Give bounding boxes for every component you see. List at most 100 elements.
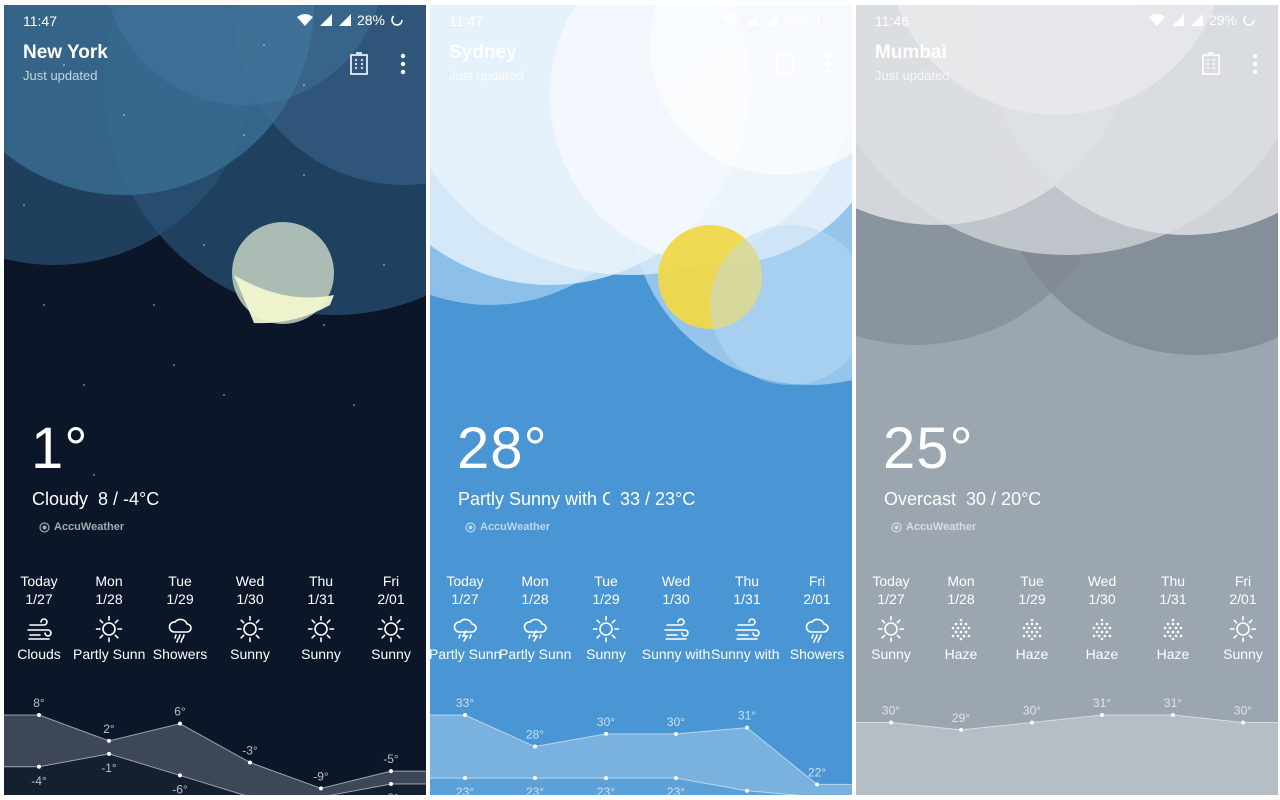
high-temp-point: [1241, 720, 1245, 725]
more-options-button[interactable]: [390, 49, 416, 79]
high-temp-label: -5°: [383, 752, 399, 766]
temperature-range: 8 / -4°C: [98, 489, 160, 509]
high-temp-label: -3°: [242, 743, 258, 757]
provider-name: AccuWeather: [906, 521, 977, 533]
weather-panel-new-york: 11:47 28% New York Just updated 1° Cloudy …: [4, 5, 426, 795]
high-temp-label: 30°: [1023, 703, 1041, 717]
provider-logo[interactable]: AccuWeather: [39, 521, 124, 533]
provider-logo[interactable]: AccuWeather: [891, 521, 976, 533]
forecast-day[interactable]: Mon 1/28 Partly Sunny: [499, 572, 571, 663]
high-temp-label: 31°: [1093, 696, 1111, 710]
weather-panel-mumbai: 11:46 29% Mumbai Just updated 25° Overcast…: [856, 5, 1278, 795]
forecast-date: 1/31: [1159, 591, 1187, 607]
forecast-day[interactable]: Mon 1/28 Haze: [925, 572, 997, 663]
forecast-day-name: Mon: [521, 573, 549, 589]
low-temp-label: 23°: [456, 785, 474, 795]
forecast-day[interactable]: Tue 1/29 Sunny: [570, 572, 642, 663]
high-temp-label: 31°: [1164, 696, 1182, 710]
forecast-day[interactable]: Thu 1/31 Sunny with C: [711, 572, 783, 663]
forecast-day-name: Thu: [308, 573, 334, 589]
low-temp-point: [604, 776, 608, 781]
high-temp-point: [463, 713, 467, 717]
high-temp-point: [37, 713, 41, 717]
current-temperature: 1°: [31, 416, 89, 481]
provider-logo[interactable]: AccuWeather: [465, 521, 550, 533]
forecast-day[interactable]: Wed 1/30 Haze: [1066, 572, 1138, 663]
battery-ring-icon: [391, 14, 403, 26]
sun-icon: [877, 615, 905, 643]
city-list-button[interactable]: [346, 49, 372, 79]
forecast-day-name: Today: [872, 573, 910, 589]
forecast-day[interactable]: Today 1/27 Clouds: [4, 572, 75, 663]
city-list-button[interactable]: [772, 49, 798, 79]
status-time: 11:47: [23, 13, 57, 29]
status-time: 11:46: [875, 13, 909, 29]
forecast-day[interactable]: Fri 2/01 Sunny: [355, 572, 426, 663]
low-temp-label: -6°: [172, 782, 188, 795]
forecast-date: 1/29: [1018, 591, 1046, 607]
high-temp-point: [674, 731, 678, 736]
forecast-condition: Sunny: [371, 646, 411, 662]
forecast-day[interactable]: Tue 1/29 Haze: [996, 572, 1068, 663]
forecast-day[interactable]: Tue 1/29 Showers: [144, 572, 216, 663]
battery-percent: 29%: [1208, 12, 1237, 28]
low-temp-label: -8°: [383, 791, 399, 795]
sky-background: [856, 5, 1278, 795]
forecast-day[interactable]: Wed 1/30 Sunny: [214, 572, 286, 663]
forecast-date: 1/28: [947, 591, 975, 607]
forecast-day[interactable]: Thu 1/31 Haze: [1137, 572, 1209, 663]
wifi-icon: [722, 14, 739, 26]
temperature-graph: 30° 29° 30° 31° 31° 30°: [856, 696, 1278, 795]
forecast-day[interactable]: Thu 1/31 Sunny: [285, 572, 357, 663]
signal-icon-2: [338, 14, 351, 26]
forecast-day-name: Wed: [1087, 573, 1117, 589]
forecast-day[interactable]: Fri 2/01 Sunny: [1207, 572, 1278, 663]
high-temp-point: [745, 725, 749, 730]
city-list-button[interactable]: [1198, 49, 1224, 79]
wind-icon: [664, 618, 689, 640]
sun-icon: [1229, 615, 1257, 643]
forecast-condition: Sunny: [871, 646, 911, 662]
high-temp-point: [1100, 713, 1104, 717]
condition-row: Overcast 30 / 20°C: [884, 489, 1041, 510]
city-name: New York: [23, 42, 108, 63]
more-options-button[interactable]: [816, 49, 842, 79]
forecast-date: 1/28: [521, 591, 549, 607]
high-temp-point: [889, 720, 893, 725]
forecast-day[interactable]: Wed 1/30 Sunny with: [640, 572, 712, 663]
high-temp-point: [178, 721, 182, 726]
update-status: Just updated: [449, 68, 524, 83]
high-temp-label: -9°: [313, 769, 329, 783]
more-vert-icon: [826, 53, 832, 75]
forecast-date: 2/01: [1229, 591, 1257, 607]
high-temp-label: 30°: [1234, 703, 1252, 717]
temperature-range: 30 / 20°C: [966, 489, 1042, 509]
city-name: Mumbai: [875, 42, 947, 63]
forecast-day[interactable]: Today 1/27 Partly Sunny: [430, 572, 501, 663]
wifi-icon: [296, 14, 313, 26]
forecast-day-name: Thu: [734, 573, 760, 589]
forecast-day-name: Fri: [1234, 573, 1252, 589]
high-temp-label: 30°: [882, 703, 900, 717]
condition-row: Cloudy 8 / -4°C: [32, 489, 159, 510]
forecast-day[interactable]: Today 1/27 Sunny: [856, 572, 927, 663]
wind-icon: [27, 618, 52, 640]
forecast-day[interactable]: Fri 2/01 Showers: [781, 572, 852, 663]
low-temp-point: [533, 776, 537, 781]
forecast-date: 1/29: [592, 591, 620, 607]
more-vert-icon: [1252, 53, 1258, 75]
forecast-date: 2/01: [377, 591, 405, 607]
forecast-condition: Haze: [1085, 646, 1119, 662]
high-temp-point: [1171, 713, 1175, 717]
low-temp-label: 23°: [597, 785, 615, 795]
forecast-day[interactable]: Mon 1/28 Partly Sunny: [73, 572, 145, 663]
temperature-graph: 8°-4°2°-1°6°-6°-3°-11°-9°-11°-5°-8°: [4, 696, 426, 795]
high-temp-label: 6°: [174, 705, 186, 719]
accuweather-sun-icon: [465, 521, 476, 533]
signal-icon-2: [764, 14, 777, 26]
haze-icon: [1092, 618, 1112, 641]
forecast-condition: Haze: [1156, 646, 1190, 662]
high-temp-point: [248, 760, 252, 765]
more-options-button[interactable]: [1242, 49, 1268, 79]
building-icon: [1202, 52, 1220, 75]
